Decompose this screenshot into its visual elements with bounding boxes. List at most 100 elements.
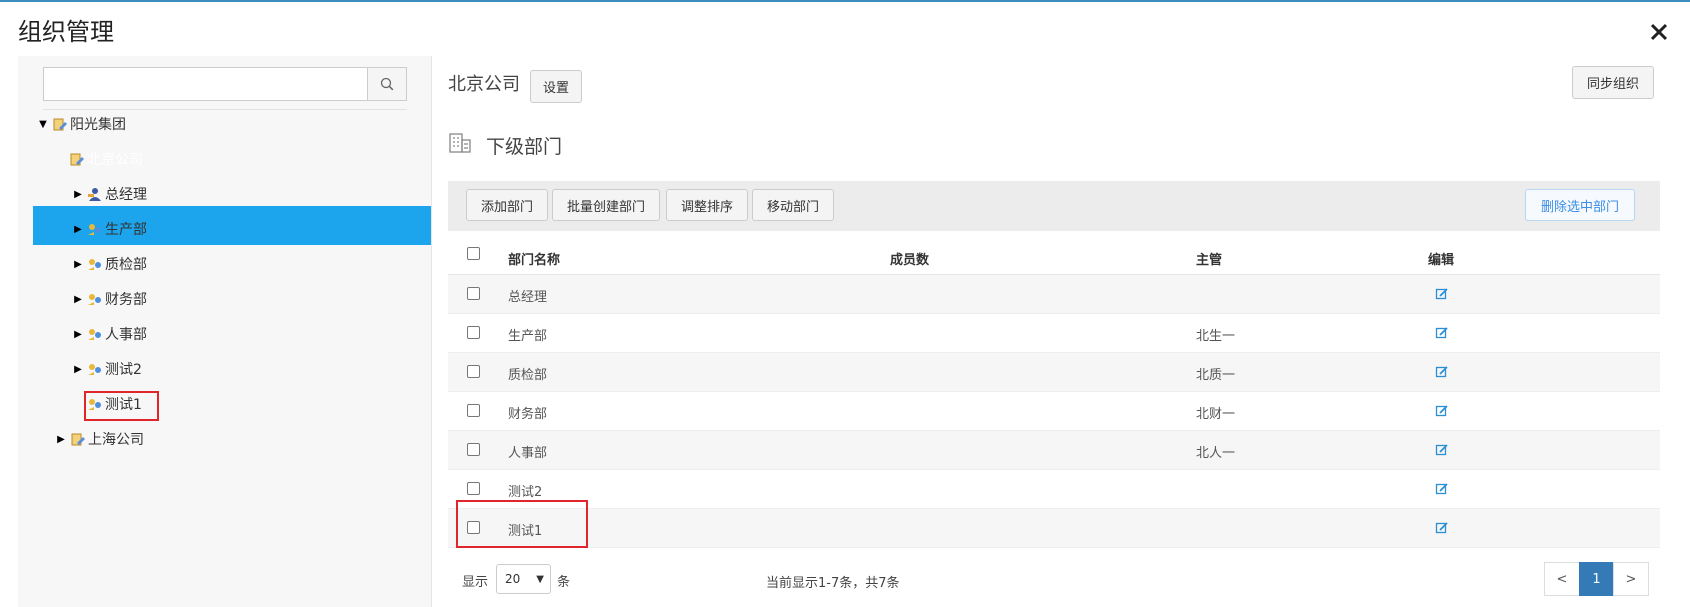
chevron-down-icon: ▼	[536, 574, 544, 585]
caret-right-icon[interactable]: ▶	[73, 294, 83, 305]
select-all-checkbox[interactable]	[467, 247, 480, 260]
tree-node-label: 测试2	[105, 362, 142, 378]
prev-page-button[interactable]: <	[1544, 562, 1580, 596]
cell-name: 财务部	[508, 407, 548, 422]
edit-icon[interactable]	[1435, 326, 1449, 340]
tree-node-label: 财务部	[105, 292, 147, 308]
table-row: 总经理	[448, 275, 1660, 314]
tree-node-child[interactable]: ▶ 财务部	[73, 288, 147, 310]
edit-icon[interactable]	[1435, 443, 1449, 457]
table-row: 财务部 北财一	[448, 392, 1660, 431]
highlight-box	[84, 391, 159, 421]
caret-right-icon[interactable]: ▶	[73, 224, 83, 235]
col-edit-header: 编辑	[1428, 253, 1455, 268]
dept-icon	[88, 224, 101, 235]
tree-node-child[interactable]: ▶ 总经理	[73, 183, 147, 205]
tree-node-selected[interactable]: 北京公司	[69, 148, 143, 170]
tree-search	[43, 67, 407, 101]
tree-node-label: 生产部	[105, 222, 147, 238]
company-title: 北京公司	[448, 74, 520, 95]
caret-right-icon[interactable]: ▶	[56, 434, 66, 445]
edit-icon[interactable]	[1435, 365, 1449, 379]
org-icon	[71, 433, 85, 446]
edit-icon[interactable]	[1435, 404, 1449, 418]
tree-node-label: 上海公司	[88, 432, 144, 448]
person-key-icon	[88, 188, 101, 201]
dept-icon	[88, 364, 101, 375]
tree-node-child[interactable]: ▶ 测试2	[73, 358, 142, 380]
top-accent-line	[0, 0, 1690, 2]
page-button-current[interactable]: 1	[1579, 562, 1614, 596]
dept-icon	[88, 259, 101, 270]
edit-icon[interactable]	[1435, 521, 1449, 535]
tree-search-input[interactable]	[44, 68, 367, 100]
dept-icon	[88, 329, 101, 340]
cell-name: 测试2	[508, 485, 543, 500]
divider	[43, 109, 407, 110]
cell-name: 生产部	[508, 329, 548, 344]
col-manager-header: 主管	[1196, 253, 1223, 268]
cell-name: 人事部	[508, 446, 548, 461]
building-icon	[449, 133, 471, 153]
row-checkbox[interactable]	[467, 404, 480, 417]
table-row: 测试2	[448, 470, 1660, 509]
table-row: 人事部 北人一	[448, 431, 1660, 470]
caret-right-icon[interactable]: ▶	[73, 364, 83, 375]
cell-name: 质检部	[508, 368, 548, 383]
table-row: 生产部 北生一	[448, 314, 1660, 353]
highlight-box	[456, 500, 588, 548]
tree-node-label: 阳光集团	[70, 117, 126, 133]
row-checkbox[interactable]	[467, 482, 480, 495]
col-members-header: 成员数	[890, 253, 930, 268]
table-row: 测试1	[448, 509, 1660, 548]
table-header: 部门名称 成员数 主管 编辑	[448, 240, 1660, 275]
reorder-button[interactable]: 调整排序	[666, 189, 748, 221]
delete-selected-button[interactable]: 删除选中部门	[1525, 189, 1635, 221]
add-dept-button[interactable]: 添加部门	[466, 189, 548, 221]
org-tree-panel: ▼ 阳光集团 北京公司 ▶ 总经理 ▶ 生产部 ▶ 质检部 ▶ 财务部 ▶ 人事…	[18, 56, 432, 607]
page-size-value: 20	[505, 572, 521, 586]
tree-node-root[interactable]: ▼ 阳光集团	[38, 113, 126, 135]
cell-manager: 北人一	[1196, 446, 1236, 461]
sync-org-button[interactable]: 同步组织	[1572, 66, 1654, 99]
row-checkbox[interactable]	[467, 443, 480, 456]
row-checkbox[interactable]	[467, 365, 480, 378]
table-row: 质检部 北质一	[448, 353, 1660, 392]
dialog-title: 组织管理	[18, 18, 114, 46]
tree-node-child[interactable]: ▶ 人事部	[73, 323, 147, 345]
page-size-label: 显示	[462, 575, 489, 590]
row-checkbox[interactable]	[467, 287, 480, 300]
section-title: 下级部门	[486, 136, 563, 158]
edit-icon[interactable]	[1435, 482, 1449, 496]
row-checkbox[interactable]	[467, 326, 480, 339]
cell-name: 总经理	[508, 290, 548, 305]
caret-down-icon[interactable]: ▼	[38, 119, 48, 130]
tree-node-label: 总经理	[105, 187, 147, 203]
tree-node-child[interactable]: ▶ 生产部	[73, 218, 147, 240]
caret-right-icon[interactable]: ▶	[73, 259, 83, 270]
org-icon	[53, 118, 67, 131]
close-icon[interactable]	[1650, 20, 1668, 46]
tree-node-sibling[interactable]: ▶ 上海公司	[56, 428, 144, 450]
cell-manager: 北生一	[1196, 329, 1236, 344]
col-name-header: 部门名称	[508, 253, 561, 268]
page-size-unit: 条	[557, 575, 571, 590]
settings-button[interactable]: 设置	[530, 70, 582, 103]
edit-icon[interactable]	[1435, 287, 1449, 301]
search-icon[interactable]	[367, 68, 406, 100]
caret-right-icon[interactable]: ▶	[73, 329, 83, 340]
dept-icon	[88, 294, 101, 305]
cell-manager: 北质一	[1196, 368, 1236, 383]
cell-manager: 北财一	[1196, 407, 1236, 422]
tree-node-label: 人事部	[105, 327, 147, 343]
caret-right-icon[interactable]: ▶	[73, 189, 83, 200]
tree-node-label: 北京公司	[87, 152, 143, 168]
pagination-summary: 当前显示1-7条，共7条	[766, 576, 900, 591]
tree-node-child[interactable]: ▶ 质检部	[73, 253, 147, 275]
tree-node-label: 质检部	[105, 257, 147, 273]
batch-create-button[interactable]: 批量创建部门	[552, 189, 660, 221]
move-dept-button[interactable]: 移动部门	[752, 189, 834, 221]
org-icon	[70, 153, 84, 166]
next-page-button[interactable]: >	[1613, 562, 1649, 596]
page-size-select[interactable]: 20 ▼	[496, 564, 551, 594]
